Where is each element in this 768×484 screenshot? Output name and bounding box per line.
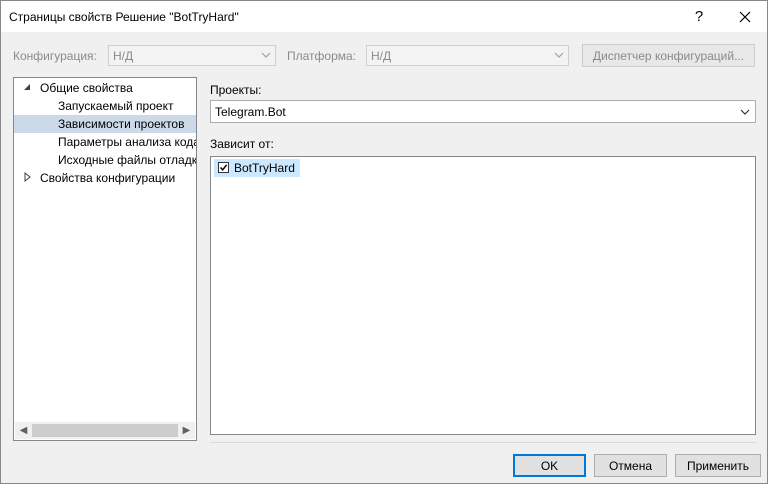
configuration-value: Н/Д xyxy=(113,49,134,63)
scrollbar-thumb[interactable] xyxy=(32,424,178,437)
platform-value: Н/Д xyxy=(371,49,392,63)
tree-item-debug-source-files[interactable]: Исходные файлы отладки xyxy=(14,151,196,169)
tree-item-code-analysis[interactable]: Параметры анализа кода xyxy=(14,133,196,151)
dependency-label: BotTryHard xyxy=(234,161,295,175)
list-item[interactable]: BotTryHard xyxy=(214,159,300,177)
settings-tree[interactable]: Общие свойства Запускаемый проект Зависи… xyxy=(13,77,197,441)
dependency-checkbox[interactable] xyxy=(218,162,229,173)
config-manager-button[interactable]: Диспетчер конфигураций... xyxy=(582,44,755,67)
tree-horizontal-scrollbar[interactable]: ◀ ▶ xyxy=(15,422,195,439)
tree-item-configuration-properties[interactable]: Свойства конфигурации xyxy=(14,169,196,187)
tree-item-label: Общие свойства xyxy=(40,81,133,95)
tree-item-startup-project[interactable]: Запускаемый проект xyxy=(14,97,196,115)
projects-combo[interactable]: Telegram.Bot xyxy=(210,100,756,123)
scroll-right-arrow-icon[interactable]: ▶ xyxy=(178,422,195,439)
tree-item-common-properties[interactable]: Общие свойства xyxy=(14,79,196,97)
tree-item-label: Параметры анализа кода xyxy=(58,135,197,149)
tree-item-label: Исходные файлы отладки xyxy=(58,153,197,167)
projects-value: Telegram.Bot xyxy=(215,105,286,119)
footer-divider xyxy=(210,442,756,443)
apply-button[interactable]: Применить xyxy=(675,454,761,477)
checkmark-icon xyxy=(219,164,228,171)
depends-on-label: Зависит от: xyxy=(210,137,274,151)
platform-combo[interactable]: Н/Д xyxy=(366,45,569,66)
ok-button[interactable]: OK xyxy=(513,454,586,477)
platform-label: Платформа: xyxy=(287,49,357,63)
chevron-down-icon xyxy=(740,109,750,115)
tree-item-label: Запускаемый проект xyxy=(58,99,174,113)
dependencies-list[interactable]: BotTryHard xyxy=(210,156,756,435)
property-pages-dialog: Страницы свойств Решение "BotTryHard" ? … xyxy=(0,0,768,484)
window-title: Страницы свойств Решение "BotTryHard" xyxy=(9,10,239,24)
projects-label: Проекты: xyxy=(210,83,262,97)
configuration-label: Конфигурация: xyxy=(13,49,97,63)
cancel-button[interactable]: Отмена xyxy=(594,454,667,477)
tree-item-label: Зависимости проектов xyxy=(58,117,185,131)
tree-item-label: Свойства конфигурации xyxy=(40,171,176,185)
scroll-left-arrow-icon[interactable]: ◀ xyxy=(15,422,32,439)
close-button[interactable] xyxy=(723,1,767,32)
collapsed-triangle-icon[interactable] xyxy=(22,172,32,182)
close-icon xyxy=(739,11,751,22)
chevron-down-icon xyxy=(554,52,564,58)
help-button[interactable]: ? xyxy=(677,1,721,32)
expanded-triangle-icon[interactable] xyxy=(22,82,32,92)
tree-item-project-dependencies[interactable]: Зависимости проектов xyxy=(14,115,196,133)
title-bar: Страницы свойств Решение "BotTryHard" ? xyxy=(1,1,767,32)
configuration-combo[interactable]: Н/Д xyxy=(108,45,276,66)
chevron-down-icon xyxy=(261,52,271,58)
